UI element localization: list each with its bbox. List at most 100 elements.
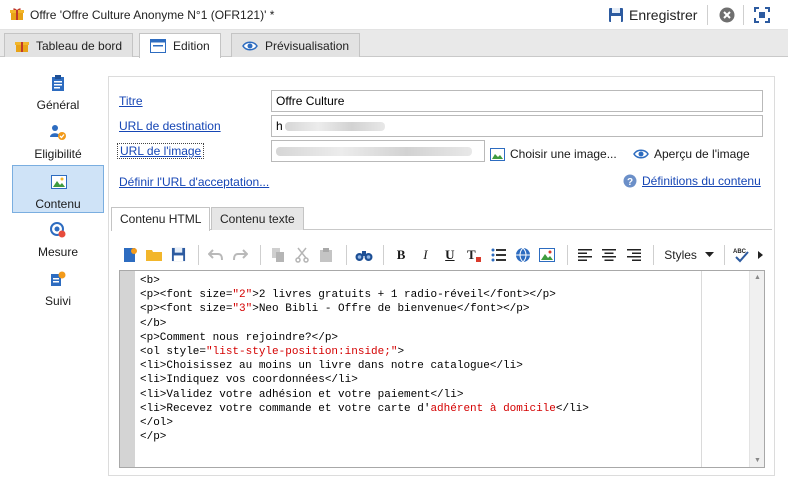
undo-button[interactable]: [205, 244, 226, 266]
close-icon[interactable]: [718, 6, 736, 24]
spellcheck-button[interactable]: ABC: [731, 244, 752, 266]
url-destination-input[interactable]: h: [271, 115, 763, 137]
redo-icon: [233, 248, 249, 260]
tab-label: Prévisualisation: [265, 38, 350, 53]
new-document-icon: [123, 247, 137, 262]
clear-format-icon: T: [467, 247, 482, 262]
tab-text-content[interactable]: Contenu texte: [211, 207, 304, 230]
code-text: <p><font size=: [140, 303, 233, 316]
tab-dashboard[interactable]: Tableau de bord: [4, 33, 134, 57]
code-text: <li>Validez votre adhésion et votre paie…: [140, 388, 464, 401]
editor-margin-line: [701, 271, 702, 467]
tab-html-content[interactable]: Contenu HTML: [111, 207, 211, 231]
maximize-icon[interactable]: [753, 6, 771, 24]
url-image-label[interactable]: URL de l'image: [117, 143, 205, 159]
code-line: </b>: [140, 317, 695, 331]
align-right-button[interactable]: [623, 244, 644, 266]
tab-label: Tableau de bord: [36, 38, 123, 53]
editor-toolbar: B I U T Styles ABC: [119, 240, 765, 269]
save-label: Enregistrer: [629, 7, 698, 23]
help-icon: ?: [623, 174, 637, 188]
code-text: </li>: [555, 402, 589, 415]
titre-input[interactable]: [271, 90, 763, 112]
svg-text:T: T: [467, 247, 476, 262]
offer-gift-icon: [10, 8, 24, 20]
code-text: <b>: [140, 275, 160, 287]
save-document-button[interactable]: [168, 244, 189, 266]
new-document-button[interactable]: [119, 244, 140, 266]
styles-label: Styles: [664, 247, 697, 262]
tab-preview[interactable]: Prévisualisation: [231, 33, 361, 57]
editor-scrollbar[interactable]: ▲ ▼: [749, 271, 764, 467]
bullet-list-icon: [491, 248, 506, 261]
code-attribute-value: "2": [232, 289, 253, 302]
html-code[interactable]: <b> <p><font size="2">2 livres gratuits +…: [140, 274, 695, 444]
choose-image-button[interactable]: Choisir une image...: [490, 147, 617, 161]
sidebar-item-contenu[interactable]: Contenu: [12, 165, 104, 213]
sidebar-item-mesure[interactable]: Mesure: [12, 214, 104, 262]
sidebar-item-label: Général: [36, 98, 80, 112]
code-line: <ol style="list-style-position:inside;">: [140, 345, 695, 359]
toolbar-separator: [707, 5, 708, 25]
scroll-down-icon[interactable]: ▼: [754, 457, 761, 464]
scroll-up-icon[interactable]: ▲: [754, 274, 761, 281]
image-preview-button[interactable]: Aperçu de l'image: [633, 147, 750, 161]
bold-button[interactable]: B: [390, 244, 411, 266]
spellcheck-icon: ABC: [733, 249, 749, 262]
content-panel: Titre URL de destination h URL de l'imag…: [108, 76, 775, 476]
code-line: <li>Validez votre adhésion et votre paie…: [140, 388, 695, 402]
tab-edition[interactable]: Edition: [139, 33, 221, 58]
html-code-editor[interactable]: <b> <p><font size="2">2 livres gratuits +…: [119, 270, 765, 468]
align-right-icon: [626, 248, 641, 261]
url-destination-value: h: [276, 119, 283, 133]
find-button[interactable]: [353, 244, 374, 266]
code-line: </p>: [140, 430, 695, 444]
underline-button[interactable]: U: [439, 244, 460, 266]
toolbar-more-button[interactable]: [755, 244, 765, 266]
code-line: <p>Comment nous rejoindre?</p>: [140, 331, 695, 345]
code-line: <li>Choisissez au moins un livre dans no…: [140, 359, 695, 373]
code-attribute-value: "list-style-position:inside;": [206, 346, 398, 359]
target-icon: [50, 222, 66, 238]
choose-image-label: Choisir une image...: [510, 147, 617, 161]
align-center-button[interactable]: [598, 244, 619, 266]
sidebar-item-general[interactable]: Général: [12, 67, 104, 115]
open-folder-button[interactable]: [143, 244, 164, 266]
paste-button[interactable]: [316, 244, 337, 266]
image-content-icon: [51, 175, 67, 189]
align-center-icon: [602, 248, 617, 261]
align-left-button[interactable]: [574, 244, 595, 266]
code-attribute-value: adhérent à domicile: [430, 402, 556, 415]
code-line: <li>Indiquez vos coordonnées</li>: [140, 373, 695, 387]
sidebar-item-eligibilite[interactable]: Eligibilité: [12, 116, 104, 164]
titre-label[interactable]: Titre: [119, 94, 143, 108]
window-title: Offre 'Offre Culture Anonyme N°1 (OFR121…: [30, 8, 275, 22]
sidebar-item-label: Eligibilité: [34, 147, 82, 161]
tab-label: Edition: [173, 39, 210, 53]
list-button[interactable]: [488, 244, 509, 266]
clear-format-button[interactable]: T: [464, 244, 485, 266]
copy-button[interactable]: [267, 244, 288, 266]
url-image-input[interactable]: [271, 140, 485, 162]
code-text: <li>Choisissez au moins un livre dans no…: [140, 360, 523, 373]
cut-button[interactable]: [291, 244, 312, 266]
editor-gutter: [120, 271, 135, 467]
sidebar-item-suivi[interactable]: Suivi: [12, 263, 104, 311]
url-destination-label[interactable]: URL de destination: [119, 119, 221, 133]
redo-button[interactable]: [230, 244, 251, 266]
save-button[interactable]: Enregistrer: [608, 4, 697, 26]
code-text: <p><font size=: [140, 289, 233, 302]
code-attribute-value: "3": [232, 303, 253, 316]
styles-dropdown[interactable]: Styles: [660, 244, 718, 266]
insert-link-button[interactable]: [512, 244, 533, 266]
acceptance-url-link[interactable]: Définir l'URL d'acceptation...: [119, 175, 269, 189]
eye-icon: [633, 149, 649, 159]
toolbar-separator: [743, 5, 744, 25]
insert-image-button[interactable]: [537, 244, 558, 266]
eye-icon: [242, 41, 258, 50]
content-definitions-link[interactable]: ? Définitions du contenu: [623, 174, 761, 188]
title-bar: Offre 'Offre Culture Anonyme N°1 (OFR121…: [0, 0, 788, 30]
main-tab-strip: Tableau de bord Edition Prévisualisation: [0, 30, 788, 58]
italic-button[interactable]: I: [415, 244, 436, 266]
floppy-disk-icon: [171, 247, 186, 262]
